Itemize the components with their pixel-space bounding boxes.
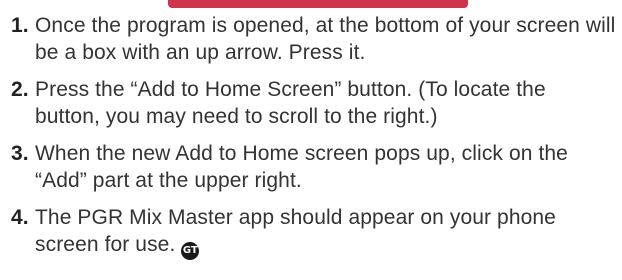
step-text: When the new Add to Home screen pops up,… [35, 142, 568, 192]
step-3: 3. When the new Add to Home screen pops u… [11, 140, 616, 194]
step-text: The PGR Mix Master app should appear on … [35, 206, 556, 256]
step-number: 2. [11, 78, 29, 101]
step-number: 3. [11, 142, 29, 165]
step-text: Once the program is opened, at the botto… [35, 14, 616, 64]
step-number: 4. [11, 206, 29, 229]
cut-off-heading-bar [168, 0, 468, 8]
end-of-article-icon: GT [181, 242, 200, 260]
step-text: Press the “Add to Home Screen” button. (… [35, 78, 546, 128]
instruction-steps: 1. Once the program is opened, at the bot… [11, 12, 616, 270]
step-2: 2. Press the “Add to Home Screen” button.… [11, 76, 616, 130]
header-decoration [0, 0, 622, 8]
step-4: 4. The PGR Mix Master app should appear o… [11, 204, 616, 260]
step-1: 1. Once the program is opened, at the bot… [11, 12, 616, 66]
step-number: 1. [11, 14, 29, 37]
